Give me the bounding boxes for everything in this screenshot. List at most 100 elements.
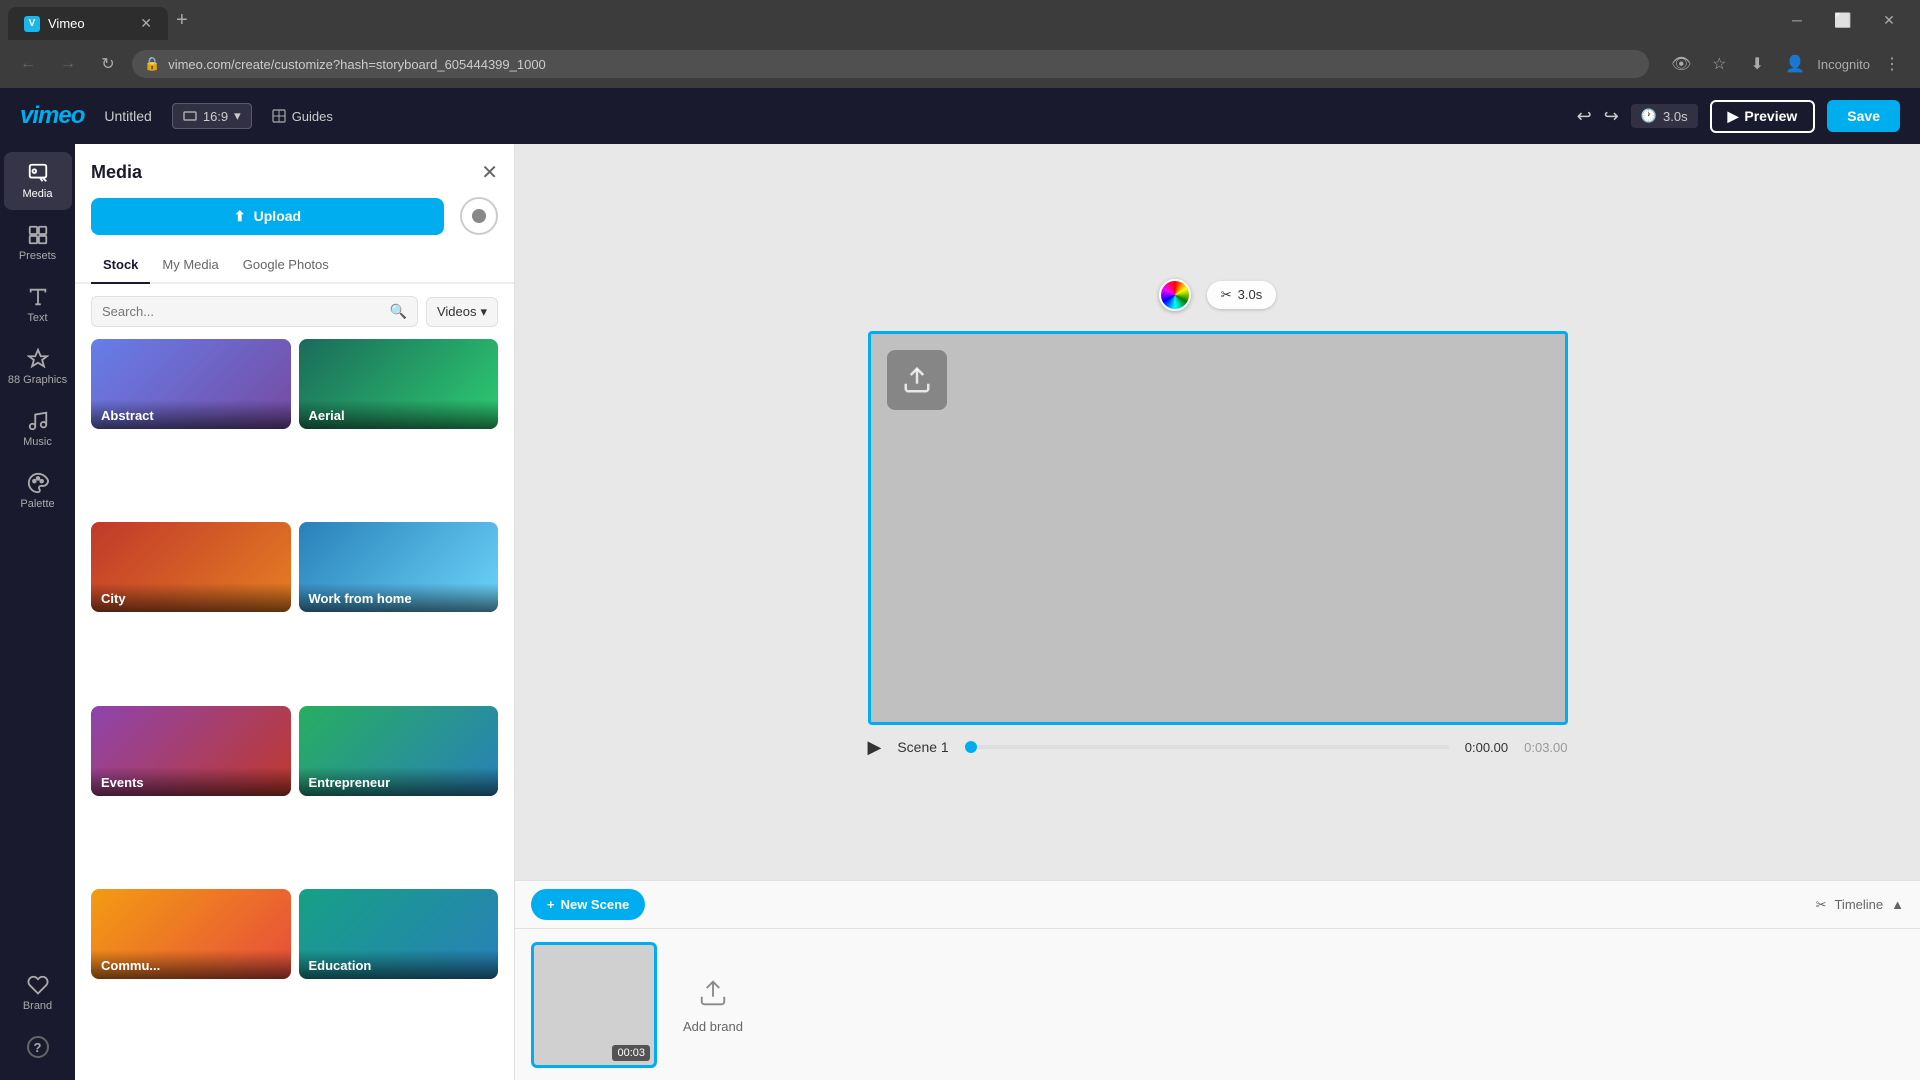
- tab-google-photos[interactable]: Google Photos: [231, 247, 341, 284]
- presets-nav-label: Presets: [19, 250, 56, 262]
- plus-icon: +: [547, 897, 555, 912]
- address-bar[interactable]: 🔒 vimeo.com/create/customize?hash=storyb…: [132, 50, 1649, 78]
- media-card-label-aerial: Aerial: [299, 400, 499, 429]
- time-current: 0:00.00: [1465, 740, 1508, 755]
- play-button[interactable]: ▶: [868, 737, 882, 758]
- progress-track[interactable]: [965, 745, 1449, 749]
- browser-tab[interactable]: V Vimeo ✕: [8, 7, 168, 40]
- tab-close-button[interactable]: ✕: [140, 15, 152, 32]
- back-button[interactable]: ←: [12, 48, 44, 80]
- forward-button[interactable]: →: [52, 48, 84, 80]
- media-card-entrepreneur[interactable]: Entrepreneur: [299, 706, 499, 796]
- scissors-icon: ✂: [1221, 287, 1232, 303]
- record-dot-icon: [472, 209, 486, 223]
- save-button[interactable]: Save: [1827, 100, 1900, 132]
- guides-label: Guides: [292, 109, 333, 124]
- aspect-ratio-selector[interactable]: 16:9 ▾: [172, 103, 252, 129]
- project-title[interactable]: Untitled: [104, 108, 151, 124]
- timeline-collapse-icon: ▲: [1891, 897, 1904, 912]
- sidebar-item-palette[interactable]: Palette: [4, 462, 72, 520]
- search-input-wrap[interactable]: 🔍: [91, 296, 418, 327]
- media-card-label-wfh: Work from home: [299, 583, 499, 612]
- eye-off-icon[interactable]: 👁: [1665, 48, 1697, 80]
- media-card-label-entrepreneur: Entrepreneur: [299, 767, 499, 796]
- guides-icon: [272, 109, 286, 123]
- tab-title: Vimeo: [48, 16, 85, 31]
- preview-button[interactable]: ▶ Preview: [1710, 100, 1816, 133]
- bottom-timeline-header: + New Scene ✂ Timeline ▲: [515, 881, 1920, 929]
- scissors-timeline-icon: ✂: [1816, 897, 1827, 913]
- scene-thumbnail-time: 00:03: [612, 1045, 650, 1061]
- guides-toggle[interactable]: Guides: [272, 109, 333, 124]
- media-panel-header: Media ✕: [75, 144, 514, 185]
- canvas-frame[interactable]: [868, 331, 1568, 725]
- undo-button[interactable]: ↩: [1577, 106, 1592, 127]
- media-card-work-from-home[interactable]: Work from home: [299, 522, 499, 612]
- canvas-placeholder-icon: [887, 350, 947, 410]
- bottom-timeline: + New Scene ✂ Timeline ▲ 00:03: [515, 880, 1920, 1080]
- help-button[interactable]: ?: [4, 1026, 72, 1068]
- media-panel-title: Media: [91, 162, 142, 183]
- media-card-city[interactable]: City: [91, 522, 291, 612]
- media-card-events[interactable]: Events: [91, 706, 291, 796]
- minimize-button[interactable]: ─: [1774, 0, 1820, 40]
- add-brand-button[interactable]: Add brand: [673, 975, 753, 1034]
- menu-icon[interactable]: ⋮: [1876, 48, 1908, 80]
- tab-stock[interactable]: Stock: [91, 247, 150, 284]
- reload-button[interactable]: ↻: [92, 48, 124, 80]
- media-card-education[interactable]: Education: [299, 889, 499, 979]
- search-input[interactable]: [102, 304, 384, 319]
- progress-thumb[interactable]: [965, 741, 977, 753]
- add-brand-label: Add brand: [683, 1019, 743, 1034]
- media-card-label-city: City: [91, 583, 291, 612]
- close-media-panel-button[interactable]: ✕: [481, 160, 498, 185]
- upload-button[interactable]: ⬆ Upload: [91, 198, 444, 235]
- new-scene-button[interactable]: + New Scene: [531, 889, 645, 920]
- duration-display: 🕐 3.0s: [1631, 104, 1698, 128]
- close-window-button[interactable]: ✕: [1866, 0, 1912, 40]
- search-icon: 🔍: [390, 303, 407, 320]
- redo-button[interactable]: ↪: [1604, 106, 1619, 127]
- sidebar-item-media[interactable]: Media: [4, 152, 72, 210]
- scene-duration-label: 3.0s: [1238, 287, 1263, 302]
- graphics-nav-label: 88 Graphics: [8, 374, 67, 386]
- download-icon[interactable]: ⬇: [1741, 48, 1773, 80]
- palette-nav-label: Palette: [20, 498, 54, 510]
- tab-my-media[interactable]: My Media: [150, 247, 230, 284]
- filter-chevron-icon: ▾: [480, 304, 487, 320]
- profile-icon[interactable]: 👤: [1779, 48, 1811, 80]
- search-row: 🔍 Videos ▾: [75, 284, 514, 339]
- text-nav-label: Text: [27, 312, 47, 324]
- color-wheel-button[interactable]: [1159, 279, 1191, 311]
- brand-icon: [27, 974, 49, 996]
- sidebar-item-presets[interactable]: Presets: [4, 214, 72, 272]
- media-card-label-education: Education: [299, 950, 499, 979]
- maximize-button[interactable]: ⬜: [1820, 0, 1866, 40]
- time-total: 0:03.00: [1524, 740, 1567, 755]
- bookmark-icon[interactable]: ☆: [1703, 48, 1735, 80]
- music-icon: [27, 410, 49, 432]
- upload-icon: ⬆: [234, 208, 246, 225]
- canvas-top-bar: ✂ 3.0s: [1159, 267, 1276, 319]
- sidebar-item-graphics[interactable]: 88 Graphics: [4, 338, 72, 396]
- record-button[interactable]: [460, 197, 498, 235]
- sidebar-item-music[interactable]: Music: [4, 400, 72, 458]
- media-card-aerial[interactable]: Aerial: [299, 339, 499, 429]
- scene-label: Scene 1: [897, 739, 948, 755]
- add-brand-icon: [695, 975, 731, 1011]
- scene-thumbnail-1[interactable]: 00:03: [531, 942, 657, 1068]
- canvas-area: ✂ 3.0s: [515, 144, 1920, 1080]
- timeline-controls[interactable]: ✂ Timeline ▲: [1816, 897, 1904, 913]
- sidebar-item-text[interactable]: Text: [4, 276, 72, 334]
- media-card-abstract[interactable]: Abstract: [91, 339, 291, 429]
- new-tab-button[interactable]: +: [168, 5, 196, 36]
- music-nav-label: Music: [23, 436, 52, 448]
- trim-duration-button[interactable]: ✂ 3.0s: [1207, 281, 1276, 309]
- aspect-ratio-value: 16:9: [203, 109, 228, 124]
- media-card-label-abstract: Abstract: [91, 400, 291, 429]
- url-display: vimeo.com/create/customize?hash=storyboa…: [168, 57, 546, 72]
- filter-dropdown[interactable]: Videos ▾: [426, 297, 498, 327]
- sidebar-item-brand[interactable]: Brand: [4, 964, 72, 1022]
- tab-favicon: V: [24, 16, 40, 32]
- media-card-community[interactable]: Commu...: [91, 889, 291, 979]
